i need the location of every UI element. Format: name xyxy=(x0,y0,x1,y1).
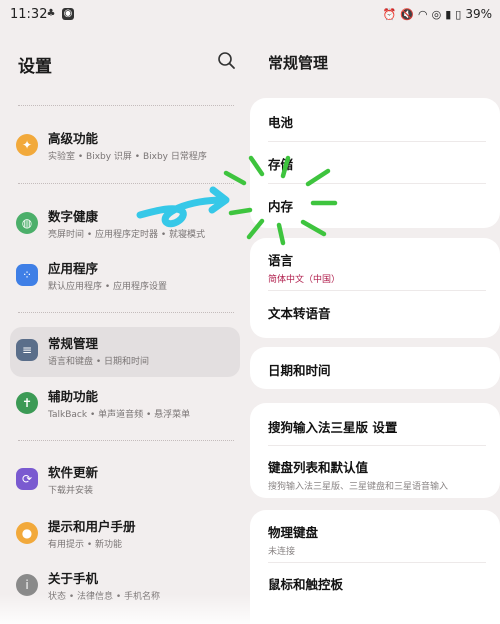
left-item-title: 辅助功能 xyxy=(48,389,99,404)
wifi-icon: ◠ xyxy=(417,7,428,21)
card-language: 语言 简体中文（中国） 文本转语音 xyxy=(250,238,500,338)
left-item-tips[interactable]: ● 提示和用户手册 有用提示 • 新功能 xyxy=(10,510,240,560)
left-item-subtitle: 默认应用程序 • 应用程序设置 xyxy=(48,282,168,292)
battery-item[interactable]: 电池 xyxy=(268,112,486,131)
card-device-care: 电池 存储 内存 xyxy=(250,98,500,228)
left-item-title: 应用程序 xyxy=(48,261,99,276)
text-to-speech-item[interactable]: 文本转语音 xyxy=(268,303,486,322)
left-item-title: 关于手机 xyxy=(48,571,99,586)
update-icon: ⟳ xyxy=(16,468,38,490)
language-item[interactable]: 语言 简体中文（中国） xyxy=(268,250,486,285)
search-button[interactable] xyxy=(216,50,238,72)
battery-icon: ▯ xyxy=(455,7,462,21)
item-title: 存储 xyxy=(268,157,294,172)
status-right-icons: ⏰ 🔇 ◠ ◎ ▮ ▯ 39% xyxy=(383,7,492,21)
card-date-time: 日期和时间 xyxy=(250,347,500,389)
accessibility-icon: ✝ xyxy=(16,392,38,414)
divider xyxy=(268,290,486,291)
hotspot-icon: ◎ xyxy=(431,7,442,21)
left-item-subtitle: 亮屏时间 • 应用程序定时器 • 就寝模式 xyxy=(48,230,206,240)
item-subtitle: 未连接 xyxy=(268,547,296,557)
app-icon: ◉ xyxy=(62,8,74,20)
left-item-title: 提示和用户手册 xyxy=(48,519,136,534)
keyboard-list-item[interactable]: 键盘列表和默认值 搜狗输入法三星版、三星键盘和三星语音输入 xyxy=(268,457,486,492)
divider xyxy=(18,440,234,441)
divider xyxy=(268,445,486,446)
left-item-subtitle: 有用提示 • 新功能 xyxy=(48,540,123,550)
info-icon: i xyxy=(16,574,38,596)
left-item-subtitle: 语言和键盘 • 日期和时间 xyxy=(48,357,150,367)
physical-keyboard-item[interactable]: 物理键盘 未连接 xyxy=(268,522,486,557)
left-item-software-update[interactable]: ⟳ 软件更新 下载并安装 xyxy=(10,456,240,506)
bulb-icon: ● xyxy=(16,522,38,544)
left-item-subtitle: TalkBack • 单声道音频 • 悬浮菜单 xyxy=(48,410,191,420)
divider xyxy=(18,312,234,313)
date-time-item[interactable]: 日期和时间 xyxy=(268,360,486,379)
item-title: 文本转语音 xyxy=(268,306,331,321)
status-left-icons: ♣ ◉ xyxy=(45,8,74,20)
item-subtitle: 简体中文（中国） xyxy=(268,275,341,285)
sogou-settings-item[interactable]: 搜狗输入法三星版 设置 xyxy=(268,417,486,436)
divider xyxy=(268,562,486,563)
battery-percent: 39% xyxy=(465,7,492,21)
mute-icon: 🔇 xyxy=(400,7,414,21)
divider xyxy=(268,183,486,184)
left-item-title: 高级功能 xyxy=(48,131,99,146)
status-bar: 11:32 ♣ ◉ ⏰ 🔇 ◠ ◎ ▮ ▯ 39% xyxy=(0,0,500,30)
settings-title: 设置 xyxy=(18,57,52,77)
left-item-title: 软件更新 xyxy=(48,465,99,480)
cleaner-icon: ♣ xyxy=(46,8,56,19)
general-management-title: 常规管理 xyxy=(268,54,329,72)
item-title: 语言 xyxy=(268,253,294,268)
bottom-fade xyxy=(0,594,500,624)
item-title: 键盘列表和默认值 xyxy=(268,460,369,475)
left-item-subtitle: 实验室 • Bixby 识屏 • Bixby 日常程序 xyxy=(48,152,207,162)
apps-icon: ⁘ xyxy=(16,264,38,286)
item-title: 电池 xyxy=(268,115,294,130)
item-title: 搜狗输入法三星版 设置 xyxy=(268,420,398,435)
item-title: 鼠标和触控板 xyxy=(268,577,344,592)
memory-item[interactable]: 内存 xyxy=(268,196,486,215)
item-title: 物理键盘 xyxy=(268,525,319,540)
signal-icon: ▮ xyxy=(445,7,452,21)
left-item-subtitle: 下载并安装 xyxy=(48,486,94,496)
left-item-accessibility[interactable]: ✝ 辅助功能 TalkBack • 单声道音频 • 悬浮菜单 xyxy=(10,380,240,430)
item-title: 日期和时间 xyxy=(268,363,331,378)
left-item-digital-wellbeing[interactable]: ◍ 数字健康 亮屏时间 • 应用程序定时器 • 就寝模式 xyxy=(10,200,240,250)
star-icon: ✦ xyxy=(16,134,38,156)
left-item-general-management[interactable]: ≡ 常规管理 语言和键盘 • 日期和时间 xyxy=(10,327,240,377)
alarm-icon: ⏰ xyxy=(382,7,397,21)
mouse-touchpad-item[interactable]: 鼠标和触控板 xyxy=(268,574,486,593)
search-icon xyxy=(218,52,235,69)
divider xyxy=(18,183,234,184)
left-item-title: 数字健康 xyxy=(48,209,99,224)
card-keyboard: 搜狗输入法三星版 设置 键盘列表和默认值 搜狗输入法三星版、三星键盘和三星语音输… xyxy=(250,403,500,498)
storage-item[interactable]: 存储 xyxy=(268,154,486,173)
item-subtitle: 搜狗输入法三星版、三星键盘和三星语音输入 xyxy=(268,482,449,492)
sliders-icon: ≡ xyxy=(16,339,38,361)
wellbeing-icon: ◍ xyxy=(16,212,38,234)
left-item-title: 常规管理 xyxy=(48,336,99,351)
item-title: 内存 xyxy=(268,199,294,214)
divider xyxy=(268,141,486,142)
left-item-advanced-features[interactable]: ✦ 高级功能 实验室 • Bixby 识屏 • Bixby 日常程序 xyxy=(10,122,240,172)
left-item-apps[interactable]: ⁘ 应用程序 默认应用程序 • 应用程序设置 xyxy=(10,252,240,302)
status-time: 11:32 xyxy=(10,7,48,22)
divider xyxy=(18,105,234,106)
